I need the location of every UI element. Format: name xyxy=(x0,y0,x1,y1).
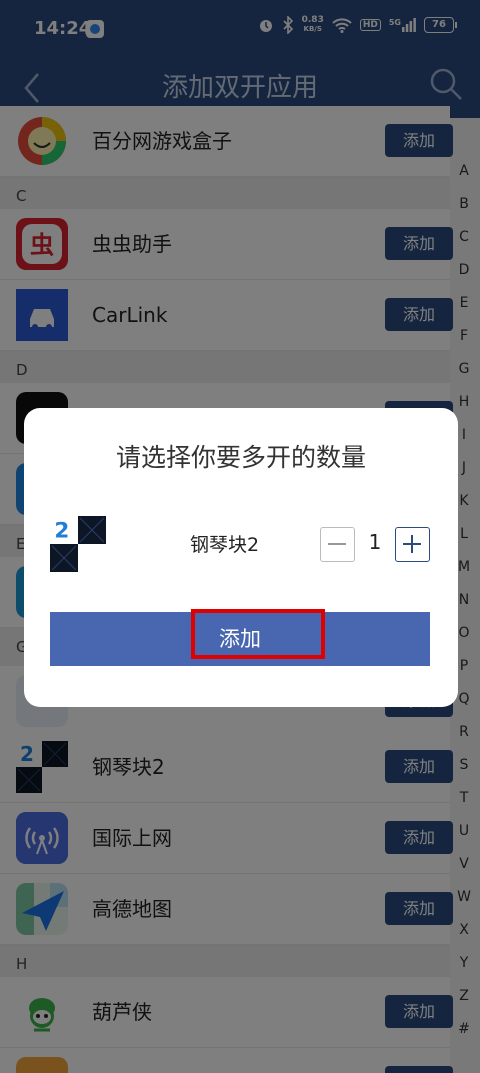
count-value: 1 xyxy=(368,530,382,554)
clone-count-dialog: 请选择你要多开的数量 2 钢琴块2 1 添加 xyxy=(24,408,458,707)
highlight-box xyxy=(191,609,325,659)
svg-text:2: 2 xyxy=(54,519,69,544)
dialog-title: 请选择你要多开的数量 xyxy=(115,443,366,472)
dialog-app-name: 钢琴块2 xyxy=(190,534,260,556)
confirm-add-button[interactable]: 添加 xyxy=(50,609,430,666)
piano-tiles-icon: 2 xyxy=(50,516,106,572)
decrement-button[interactable] xyxy=(320,527,355,562)
increment-button[interactable] xyxy=(395,527,430,562)
